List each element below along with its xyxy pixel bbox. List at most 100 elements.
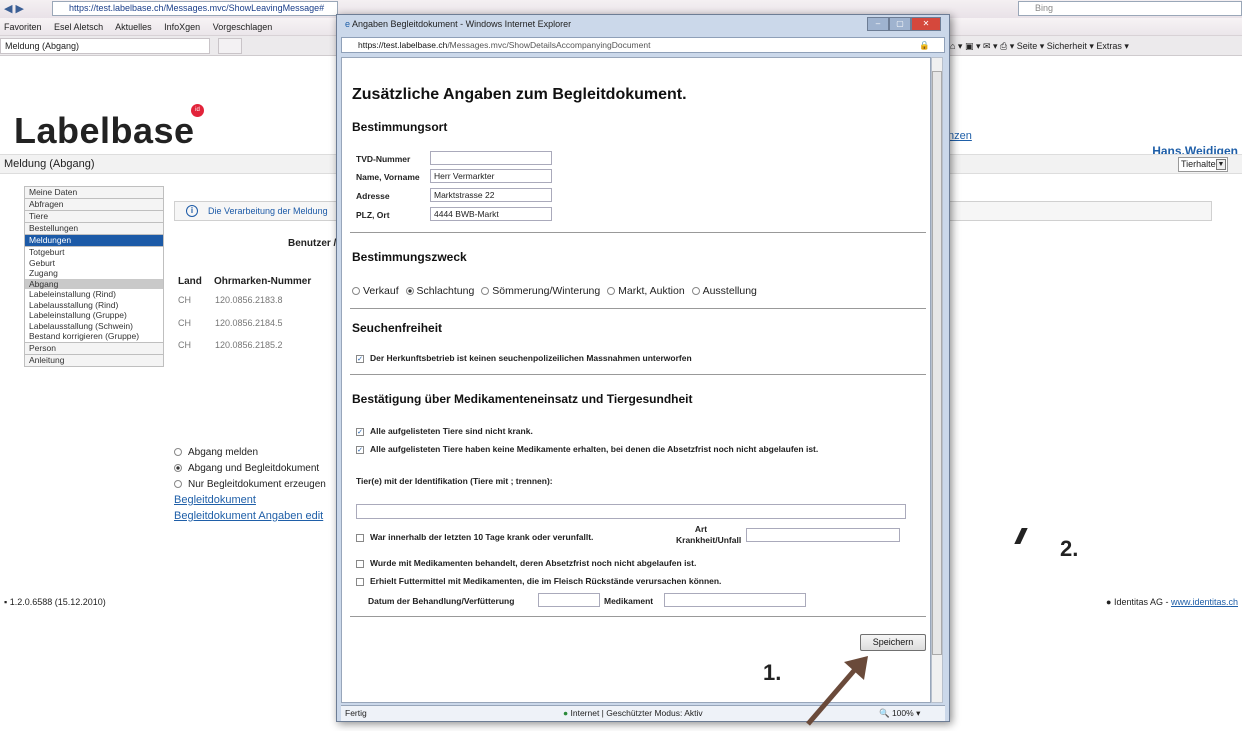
favorites-item[interactable]: Esel Aletsch [54, 22, 103, 32]
check-krank-10-tage[interactable]: War innerhalb der letzten 10 Tage krank … [356, 532, 593, 542]
radio-icon[interactable] [691, 287, 700, 296]
minimize-icon[interactable]: – [867, 17, 889, 31]
radio-icon[interactable] [174, 448, 182, 457]
radio-abgang-begleitdokument[interactable]: Abgang und Begleitdokument [174, 463, 319, 474]
radio-label: Verkauf [363, 285, 399, 297]
ident-input[interactable] [356, 504, 906, 519]
submenu-item[interactable]: Labelausstallung (Schwein) [25, 321, 163, 332]
submenu-item-abgang[interactable]: Abgang [25, 278, 163, 289]
checkbox-icon[interactable] [356, 533, 364, 542]
favorites-item[interactable]: InfoXgen [164, 22, 200, 32]
home-icon[interactable]: ⌂ ▾ ▣ ▾ ✉ ▾ ⎙ ▾ [950, 41, 1017, 51]
window-controls: – ▢ ✕ [867, 17, 947, 33]
checkbox-label: Alle aufgelisteten Tiere haben keine Med… [370, 444, 819, 454]
check-herkunftsbetrieb[interactable]: ✓ Der Herkunftsbetrieb ist keinen seuchen… [356, 353, 692, 363]
name-input[interactable]: Herr Vermarkter [430, 169, 552, 183]
favorites-item[interactable]: Aktuelles [115, 22, 152, 32]
plz-input[interactable]: 4444 BWB-Markt [430, 207, 552, 221]
submenu-item[interactable]: Labeleinstallung (Gruppe) [25, 310, 163, 321]
checkbox-icon[interactable] [356, 559, 364, 568]
radio-soemmerung[interactable]: Sömmerung/Winterung [481, 285, 600, 297]
save-button[interactable]: Speichern [860, 634, 926, 651]
footer-link[interactable]: www.identitas.ch [1171, 597, 1238, 607]
favorites-item[interactable]: Vorgeschlagen [213, 22, 273, 32]
submenu-item[interactable]: Labeleinstallung (Rind) [25, 289, 163, 300]
art-krankheit-input[interactable] [746, 528, 900, 542]
radio-icon[interactable] [352, 287, 360, 296]
begleitdokument-edit-link[interactable]: Begleitdokument Angaben edit [174, 510, 323, 522]
field-label: Adresse [356, 191, 390, 201]
command-bar[interactable]: ⌂ ▾ ▣ ▾ ✉ ▾ ⎙ ▾ Seite ▾ Sicherheit ▾ Ext… [950, 38, 1242, 54]
zoom-control[interactable]: 🔍 100% ▾ [879, 706, 920, 721]
medikament-input[interactable] [664, 593, 806, 607]
check-behandelt[interactable]: Wurde mit Medikamenten behandelt, deren … [356, 558, 696, 568]
submenu-item[interactable]: Labelausstallung (Rind) [25, 300, 163, 311]
chevron-down-icon[interactable]: ▼ [1216, 159, 1226, 170]
checkbox-checked-icon[interactable]: ✓ [356, 427, 364, 436]
check-keine-medikamente[interactable]: ✓ Alle aufgelisteten Tiere haben keine Me… [356, 444, 818, 454]
check-futtermittel[interactable]: Erhielt Futtermittel mit Medikamenten, d… [356, 576, 721, 586]
zoom-icon[interactable]: 🔍 [879, 708, 892, 718]
status-zone: ● Internet | Geschützter Modus: Aktiv [563, 706, 703, 721]
field-label: Name, Vorname [356, 172, 420, 182]
address-input[interactable]: Marktstrasse 22 [430, 188, 552, 202]
sidebar-item-meldungen[interactable]: Meldungen [24, 234, 164, 246]
checkbox-icon[interactable] [356, 577, 364, 586]
sidebar-item[interactable]: Abfragen [24, 198, 164, 210]
footer: ● Identitas AG - www.identitas.ch [1106, 597, 1238, 607]
sidebar-item[interactable]: Anleitung [24, 353, 164, 366]
submenu-item[interactable]: Zugang [25, 268, 163, 279]
background-address-bar[interactable]: https://test.labelbase.ch/Messages.mvc/S… [52, 1, 338, 16]
scrollbar-thumb[interactable] [932, 71, 942, 655]
radio-icon[interactable] [481, 287, 490, 296]
begleitdokument-link[interactable]: Begleitdokument [174, 494, 256, 506]
radio-icon[interactable] [174, 480, 182, 489]
background-link[interactable]: nzen [948, 130, 972, 142]
popup-address-bar[interactable]: https://test.labelbase.ch/Messages.mvc/S… [341, 37, 945, 53]
close-icon[interactable]: ✕ [911, 17, 941, 31]
table-cell: 120.0856.2185.2 [215, 340, 283, 350]
radio-markt[interactable]: Markt, Auktion [607, 285, 685, 297]
field-label: TVD-Nummer [356, 154, 411, 164]
background-tab[interactable]: Meldung (Abgang) [0, 38, 210, 54]
command-bar-items[interactable]: Seite ▾ Sicherheit ▾ Extras ▾ [1017, 41, 1129, 51]
radio-ausstellung[interactable]: Ausstellung [691, 285, 757, 297]
sidebar-item[interactable]: Person [24, 341, 164, 354]
info-icon: i [186, 205, 198, 217]
background-search-input[interactable]: Bing [1018, 1, 1242, 16]
footer-company: Identitas AG - [1113, 597, 1171, 607]
background-address-text: https://test.labelbase.ch/Messages.mvc/S… [69, 3, 325, 13]
radio-abgang-melden[interactable]: Abgang melden [174, 447, 258, 458]
logo-dot-icon: id [191, 104, 204, 117]
radio-verkauf[interactable]: Verkauf [352, 285, 399, 297]
tvd-number-input[interactable] [430, 151, 552, 165]
status-text: Fertig [345, 708, 367, 718]
lock-icon[interactable]: 🔒 [919, 38, 930, 52]
back-forward-buttons[interactable]: ◀ ▶ [4, 2, 50, 16]
med-label: Medikament [604, 596, 654, 606]
role-select[interactable]: Tierhalter ▼ [1178, 157, 1228, 172]
radio-selected-icon[interactable] [174, 464, 182, 473]
check-nicht-krank[interactable]: ✓ Alle aufgelisteten Tiere sind nicht kra… [356, 426, 533, 436]
favorites-item[interactable]: Favoriten [4, 22, 42, 32]
radio-icon[interactable] [607, 287, 616, 296]
section-bestimmungsort: Bestimmungsort [352, 120, 448, 134]
sidebar-item[interactable]: Bestellungen [24, 222, 164, 234]
sidebar-item[interactable]: Meine Daten [24, 186, 164, 198]
checkbox-checked-icon[interactable]: ✓ [356, 354, 364, 363]
table-row: CH 120.0856.2185.2 [178, 340, 283, 350]
submenu-item[interactable]: Bestand korrigieren (Gruppe) [25, 331, 163, 342]
arrow-shaft [806, 664, 860, 726]
annotation-arrow [806, 656, 868, 726]
checkbox-checked-icon[interactable]: ✓ [356, 445, 364, 454]
submenu-item[interactable]: Geburt [25, 258, 163, 269]
radio-nur-begleitdokument[interactable]: Nur Begleitdokument erzeugen [174, 479, 326, 490]
sidebar-item[interactable]: Tiere [24, 210, 164, 222]
radio-selected-icon[interactable] [405, 287, 414, 296]
table-cell: CH [178, 295, 191, 305]
new-tab-button[interactable] [218, 38, 242, 54]
submenu-item[interactable]: Totgeburt [25, 247, 163, 258]
maximize-icon[interactable]: ▢ [889, 17, 911, 31]
date-input[interactable] [538, 593, 600, 607]
radio-schlachtung[interactable]: Schlachtung [405, 285, 474, 297]
